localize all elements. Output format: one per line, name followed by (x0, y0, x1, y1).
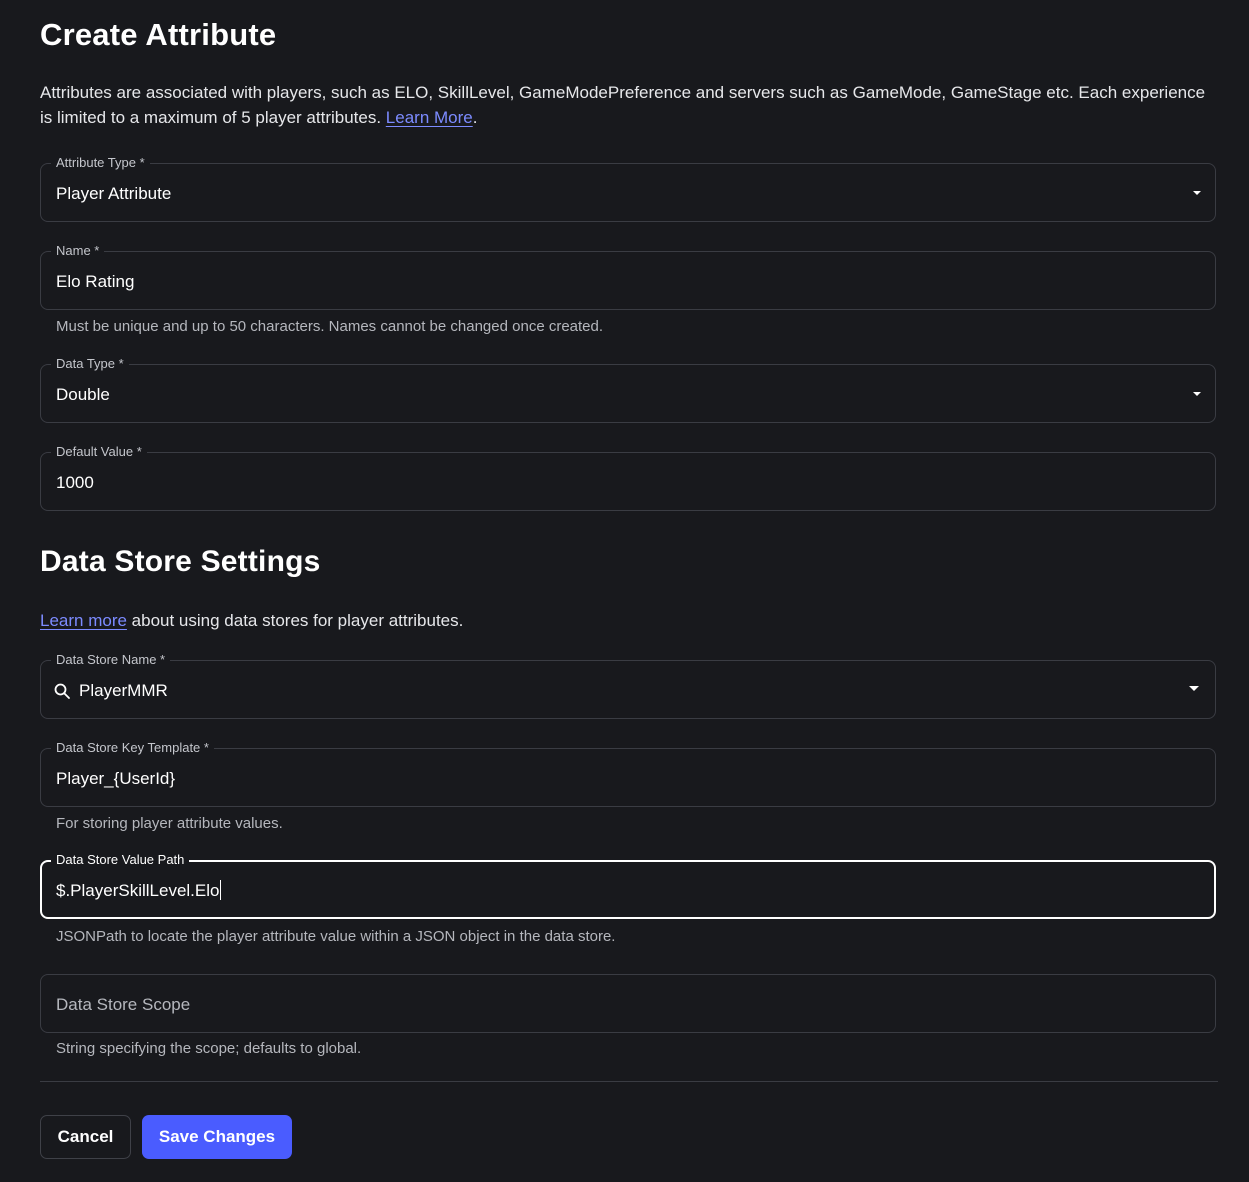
scope-helper-text: String specifying the scope; defaults to… (56, 1040, 362, 1057)
name-value: Elo Rating (56, 272, 135, 291)
data-store-key-template-field[interactable]: Data Store Key Template * Player_{UserId… (40, 740, 1216, 807)
data-type-label: Data Type * (51, 356, 129, 372)
data-type-value: Double (56, 385, 110, 404)
attribute-type-value: Player Attribute (56, 184, 172, 203)
key-template-helper-text: For storing player attribute values. (56, 815, 283, 832)
default-value-value: 1000 (56, 473, 94, 492)
section-title-data-store: Data Store Settings (40, 545, 321, 578)
data-store-scope-placeholder: Data Store Scope (56, 995, 191, 1014)
data-store-key-template-label: Data Store Key Template * (51, 740, 214, 756)
data-store-value-path-label: Data Store Value Path (51, 852, 190, 868)
data-store-description-text: about using data stores for player attri… (126, 611, 464, 630)
divider (40, 1081, 1218, 1082)
default-value-label: Default Value * (51, 444, 147, 460)
description-text: Attributes are associated with players, … (40, 83, 1206, 127)
data-store-name-value: PlayerMMR (79, 681, 168, 700)
cancel-button[interactable]: Cancel (40, 1115, 131, 1159)
chevron-down-icon[interactable] (1193, 392, 1201, 396)
data-store-value-path-input-wrap: $.PlayerSkillLevel.Elo (56, 880, 222, 902)
data-store-key-template-value: Player_{UserId} (56, 769, 176, 788)
data-store-value-path-value: $.PlayerSkillLevel.Elo (56, 881, 220, 900)
chevron-down-icon[interactable] (1189, 686, 1199, 691)
description-suffix: . (472, 108, 478, 127)
data-store-description: Learn more about using data stores for p… (40, 608, 463, 633)
page-title: Create Attribute (40, 17, 277, 52)
data-store-name-combobox[interactable]: Data Store Name * PlayerMMR (40, 652, 1216, 719)
text-cursor (220, 880, 222, 900)
attribute-type-label: Attribute Type * (51, 155, 150, 171)
page-description: Attributes are associated with players, … (40, 80, 1215, 130)
data-type-select[interactable]: Data Type * Double (40, 356, 1216, 423)
learn-more-link[interactable]: Learn More (386, 108, 473, 127)
data-store-value-path-field[interactable]: Data Store Value Path $.PlayerSkillLevel… (40, 852, 1216, 919)
save-changes-button[interactable]: Save Changes (142, 1115, 292, 1159)
name-field[interactable]: Name * Elo Rating (40, 243, 1216, 310)
data-store-name-label: Data Store Name * (51, 652, 171, 668)
name-helper-text: Must be unique and up to 50 characters. … (56, 318, 604, 335)
search-icon (54, 683, 70, 699)
chevron-down-icon[interactable] (1193, 191, 1201, 195)
data-store-scope-field[interactable]: Data Store Scope (40, 974, 1216, 1033)
data-store-learn-more-link[interactable]: Learn more (40, 611, 127, 630)
value-path-helper-text: JSONPath to locate the player attribute … (56, 928, 616, 945)
name-label: Name * (51, 243, 105, 259)
attribute-type-select[interactable]: Attribute Type * Player Attribute (40, 155, 1216, 222)
default-value-field[interactable]: Default Value * 1000 (40, 444, 1216, 511)
